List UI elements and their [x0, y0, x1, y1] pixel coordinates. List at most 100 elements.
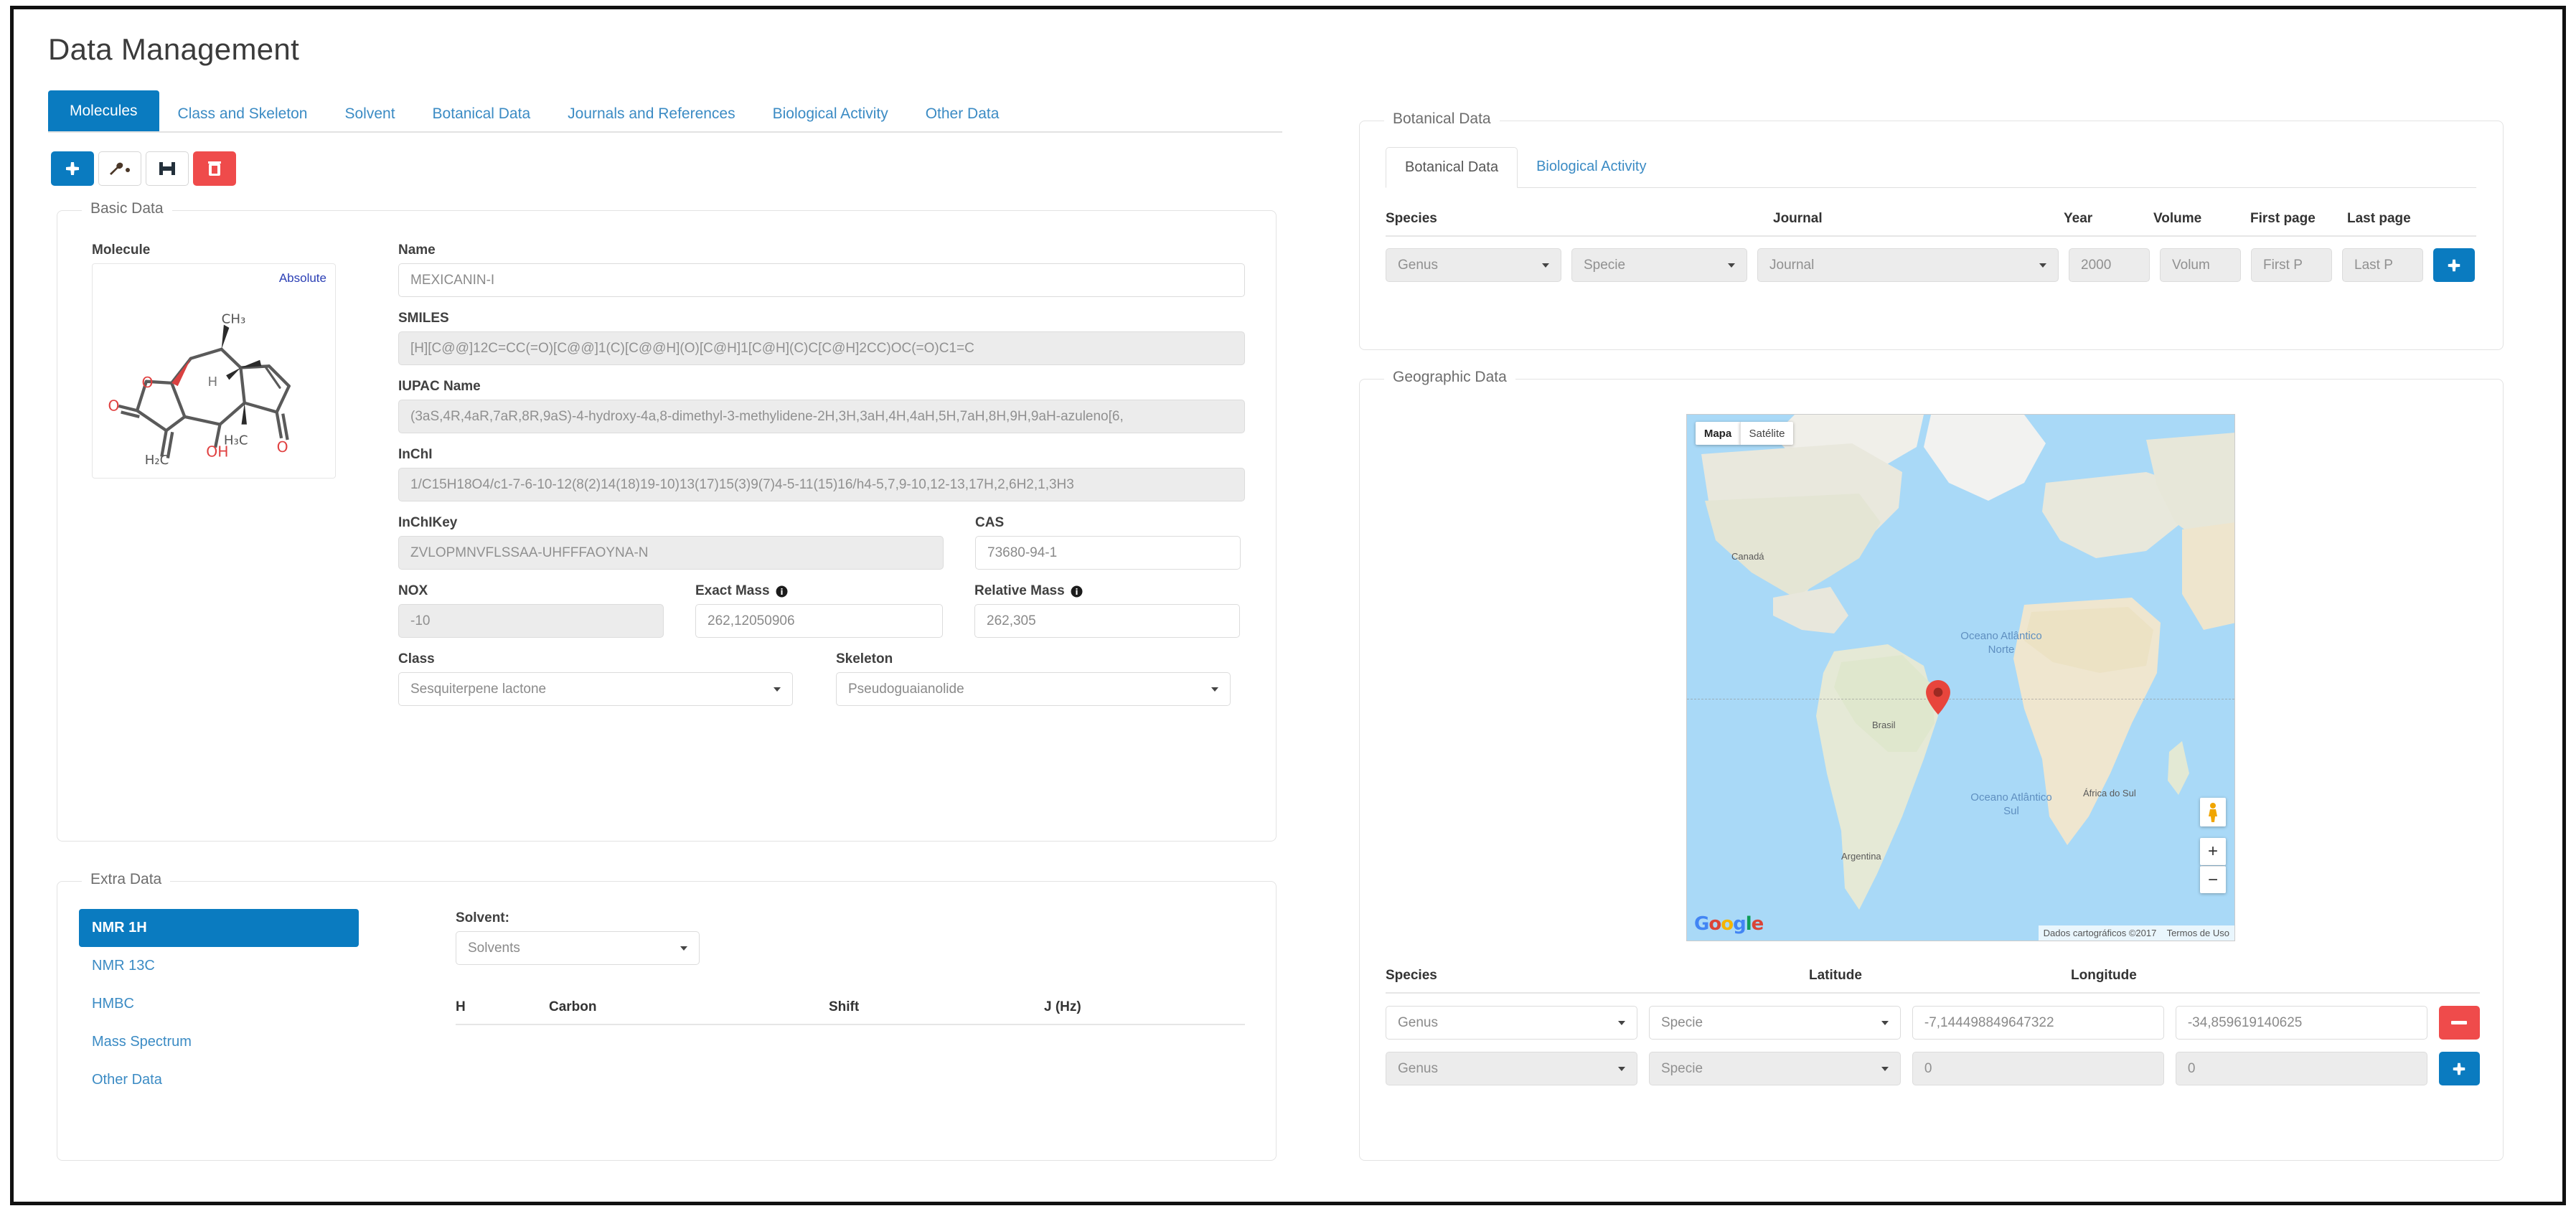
edit-tools-button[interactable]: [98, 151, 141, 186]
svg-text:O: O: [108, 397, 119, 414]
info-icon[interactable]: i: [1071, 585, 1083, 598]
botanical-data-legend: Botanical Data: [1384, 110, 1500, 128]
geo-row-2-latitude-input[interactable]: 0: [1912, 1052, 2164, 1085]
inchikey-input[interactable]: ZVLOPMNVFLSSAA-UHFFFAOYNA-N: [398, 536, 944, 570]
column-header-j-hz: J (Hz): [1044, 999, 1188, 1015]
botanical-year-input[interactable]: 2000: [2069, 248, 2150, 282]
botanical-specie-select[interactable]: Specie: [1571, 248, 1747, 282]
exact-mass-label-text: Exact Mass: [695, 583, 770, 599]
smiles-field-group: SMILES [H][C@@]12C=CC(=O)[C@@]1(C)[C@@H]…: [398, 311, 1245, 365]
column-header-year: Year: [2064, 211, 2153, 227]
botanical-add-row-button[interactable]: [2433, 248, 2475, 282]
tab-molecules[interactable]: Molecules: [48, 90, 159, 131]
geo-row-2-longitude-input[interactable]: 0: [2176, 1052, 2427, 1085]
pegman-icon: [2207, 802, 2219, 822]
botanical-volume-input[interactable]: Volum: [2160, 248, 2241, 282]
class-skeleton-row: Class Sesquiterpene lactone Skeleton Pse…: [398, 651, 1245, 720]
svg-text:H₂C: H₂C: [145, 453, 169, 468]
list-item-nmr-1h[interactable]: NMR 1H: [79, 909, 359, 947]
molecule-column: Molecule Absolute: [92, 242, 372, 479]
skeleton-select[interactable]: Pseudoguaianolide: [836, 672, 1231, 706]
class-select[interactable]: Sesquiterpene lactone: [398, 672, 793, 706]
svg-text:CH₃: CH₃: [222, 311, 246, 326]
botanical-table-header: Species Journal Year Volume First page L…: [1386, 211, 2476, 237]
list-item-other-data[interactable]: Other Data: [79, 1061, 359, 1099]
molecule-structure-image: Absolute: [92, 263, 336, 479]
map-type-satelite-button[interactable]: Satélite: [1740, 422, 1793, 445]
name-input[interactable]: MEXICANIN-I: [398, 263, 1245, 297]
nox-label: NOX: [398, 583, 664, 599]
exact-mass-field-group: Exact Mass i 262,12050906: [695, 583, 943, 638]
geo-row-1-specie-select[interactable]: Specie: [1649, 1006, 1901, 1040]
inchikey-cas-row: InChIKey ZVLOPMNVFLSSAA-UHFFFAOYNA-N CAS…: [398, 515, 1245, 583]
map-zoom-in-button[interactable]: +: [2200, 838, 2226, 865]
botanical-journal-select[interactable]: Journal: [1757, 248, 2059, 282]
add-button[interactable]: [51, 151, 94, 186]
map-zoom-out-button[interactable]: −: [2200, 866, 2226, 893]
country-label-canada: Canadá: [1731, 551, 1764, 562]
nox-field-group: NOX -10: [398, 583, 664, 638]
map-location-marker[interactable]: [1926, 680, 1950, 715]
save-button[interactable]: [146, 151, 189, 186]
geographic-data-legend: Geographic Data: [1384, 369, 1515, 386]
smiles-label: SMILES: [398, 311, 1245, 326]
relative-mass-input[interactable]: 262,305: [974, 604, 1240, 638]
geo-row-1-latitude-input[interactable]: -7,144498849647322: [1912, 1006, 2164, 1040]
geo-row-1-remove-button[interactable]: [2439, 1006, 2480, 1040]
botanical-table-row: Genus Specie Journal 2000 Volum First P …: [1386, 248, 2476, 282]
extra-data-legend: Extra Data: [82, 871, 170, 888]
column-header-journal: Journal: [1773, 211, 2064, 227]
geo-row-1-longitude-input[interactable]: -34,859619140625: [2176, 1006, 2427, 1040]
svg-text:H₃C: H₃C: [224, 433, 248, 448]
botanical-sub-tabs: Botanical Data Biological Activity: [1386, 147, 2476, 188]
solvent-select[interactable]: Solvents: [456, 931, 700, 965]
tab-class-and-skeleton[interactable]: Class and Skeleton: [159, 96, 326, 131]
tab-botanical-data[interactable]: Botanical Data: [414, 96, 550, 131]
iupac-name-input[interactable]: (3aS,4R,4aR,7aR,8R,9aS)-4-hydroxy-4a,8-d…: [398, 400, 1245, 433]
sub-tab-botanical-data[interactable]: Botanical Data: [1386, 147, 1518, 188]
svg-text:O: O: [277, 438, 288, 456]
tab-other-data[interactable]: Other Data: [907, 96, 1018, 131]
sub-tab-biological-activity[interactable]: Biological Activity: [1518, 147, 1665, 187]
main-tab-bar: Molecules Class and Skeleton Solvent Bot…: [48, 84, 1282, 133]
info-icon[interactable]: i: [776, 585, 788, 598]
iupac-name-label: IUPAC Name: [398, 379, 1245, 395]
botanical-first-page-input[interactable]: First P: [2251, 248, 2332, 282]
geographic-table: Species Latitude Longitude Genus Specie …: [1386, 968, 2480, 1085]
geo-row-1-genus-select[interactable]: Genus: [1386, 1006, 1637, 1040]
geo-row-2-specie-select[interactable]: Specie: [1649, 1052, 1901, 1085]
inchi-input[interactable]: 1/C15H18O4/c1-7-6-10-12(8(2)14(18)19-10)…: [398, 468, 1245, 501]
nox-input[interactable]: -10: [398, 604, 664, 638]
plus-icon: [2451, 1061, 2467, 1077]
cas-field-group: CAS 73680-94-1: [975, 515, 1241, 570]
floppy-save-icon: [158, 161, 177, 176]
botanical-last-page-input[interactable]: Last P: [2342, 248, 2423, 282]
smiles-input[interactable]: [H][C@@]12C=CC(=O)[C@@]1(C)[C@@H](O)[C@H…: [398, 331, 1245, 365]
tab-journals-and-references[interactable]: Journals and References: [549, 96, 753, 131]
map-terms-link[interactable]: Termos de Uso: [2167, 928, 2229, 938]
inchi-label: InChI: [398, 447, 1245, 463]
geographic-map[interactable]: Oceano Atlântico Norte Oceano Atlântico …: [1686, 414, 2235, 941]
exact-mass-input[interactable]: 262,12050906: [695, 604, 943, 638]
column-header-carbon: Carbon: [549, 999, 829, 1015]
class-label: Class: [398, 651, 793, 667]
botanical-data-panel: Botanical Data Botanical Data Biological…: [1359, 121, 2504, 350]
geo-row-2-genus-select[interactable]: Genus: [1386, 1052, 1637, 1085]
delete-button[interactable]: [193, 151, 236, 186]
map-type-mapa-button[interactable]: Mapa: [1696, 422, 1740, 445]
list-item-nmr-13c[interactable]: NMR 13C: [79, 947, 359, 985]
skeleton-field-group: Skeleton Pseudoguaianolide: [836, 651, 1231, 706]
tab-biological-activity[interactable]: Biological Activity: [754, 96, 907, 131]
cas-input[interactable]: 73680-94-1: [975, 536, 1241, 570]
list-item-mass-spectrum[interactable]: Mass Spectrum: [79, 1023, 359, 1061]
map-type-buttons: Mapa Satélite: [1696, 422, 1793, 445]
column-header-species: Species: [1386, 968, 1809, 984]
column-header-latitude: Latitude: [1809, 968, 2071, 984]
botanical-genus-select[interactable]: Genus: [1386, 248, 1561, 282]
tab-solvent[interactable]: Solvent: [326, 96, 414, 131]
geo-row-2-add-button[interactable]: [2439, 1052, 2480, 1085]
street-view-pegman-control[interactable]: [2200, 798, 2226, 826]
list-item-hmbc[interactable]: HMBC: [79, 985, 359, 1023]
plus-icon: [64, 160, 81, 177]
extra-data-content: Solvent: Solvents H Carbon Shift J (Hz): [456, 910, 1245, 1025]
